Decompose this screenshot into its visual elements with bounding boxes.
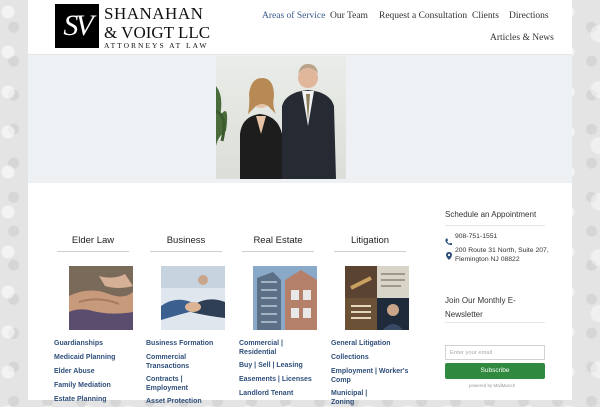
business-image[interactable] bbox=[161, 266, 225, 330]
appointment-heading: Schedule an Appointment bbox=[445, 210, 537, 219]
link-buy-sell-leasing[interactable]: Buy | Sell | Leasing bbox=[239, 361, 319, 370]
sidebar-divider bbox=[445, 225, 545, 226]
link-business-formation[interactable]: Business Formation bbox=[146, 339, 216, 348]
column-title-elder-law: Elder Law bbox=[57, 235, 129, 252]
sidebar-divider-2 bbox=[445, 322, 545, 323]
office-address: 200 Route 31 North, Suite 207, Flemingto… bbox=[455, 247, 549, 263]
nav-areas-of-service[interactable]: Areas of Service bbox=[262, 11, 325, 21]
site-header: SV SHANAHAN & VOIGT LLC ATTORNEYS AT LAW… bbox=[28, 0, 572, 55]
subscribe-button[interactable]: Subscribe bbox=[445, 363, 545, 379]
phone-number[interactable]: 908-751-1551 bbox=[455, 233, 497, 242]
powered-by[interactable]: powered by MailMunch bbox=[469, 383, 515, 388]
logo-name-line1: SHANAHAN bbox=[104, 4, 204, 23]
column-title-real-estate: Real Estate bbox=[242, 235, 314, 252]
link-commercial-transactions[interactable]: Commercial Transactions bbox=[146, 353, 194, 371]
nav-request-consultation[interactable]: Request a Consultation bbox=[379, 11, 467, 21]
link-guardianships[interactable]: Guardianships bbox=[54, 339, 134, 348]
nav-our-team[interactable]: Our Team bbox=[330, 11, 368, 21]
link-medicaid-planning[interactable]: Medicaid Planning bbox=[54, 353, 134, 362]
nav-directions[interactable]: Directions bbox=[509, 11, 549, 21]
link-municipal-zoning[interactable]: Municipal | Zoning bbox=[331, 389, 381, 407]
real-estate-image[interactable] bbox=[253, 266, 317, 330]
nav-clients[interactable]: Clients bbox=[472, 11, 499, 21]
column-title-business: Business bbox=[150, 235, 222, 252]
logo-name-line2: & VOIGT LLC bbox=[104, 23, 211, 42]
newsletter-heading: Join Our Monthly E-Newsletter bbox=[445, 296, 516, 319]
link-general-litigation[interactable]: General Litigation bbox=[331, 339, 411, 348]
column-title-litigation: Litigation bbox=[334, 235, 406, 252]
link-employment-workers-comp[interactable]: Employment | Worker's Comp bbox=[331, 367, 411, 385]
hero-banner bbox=[28, 55, 572, 183]
page: SV SHANAHAN & VOIGT LLC ATTORNEYS AT LAW… bbox=[28, 0, 572, 406]
link-collections[interactable]: Collections bbox=[331, 353, 411, 362]
litigation-image[interactable] bbox=[345, 266, 409, 330]
link-commercial-residential[interactable]: Commercial | Residential bbox=[239, 339, 295, 357]
link-contracts-employment[interactable]: Contracts | Employment bbox=[146, 375, 194, 393]
nav-articles-news[interactable]: Articles & News bbox=[490, 33, 554, 43]
elder-law-image[interactable] bbox=[69, 266, 133, 330]
email-input[interactable]: Enter your email bbox=[445, 345, 545, 360]
link-asset-protection[interactable]: Asset Protection bbox=[146, 397, 216, 406]
phone-icon bbox=[445, 233, 452, 246]
attorneys-photo bbox=[216, 56, 346, 179]
logo-tagline: ATTORNEYS AT LAW bbox=[104, 41, 209, 50]
link-elder-abuse[interactable]: Elder Abuse bbox=[54, 367, 134, 376]
link-family-mediation[interactable]: Family Mediation bbox=[54, 381, 134, 390]
link-landlord-tenant[interactable]: Landlord Tenant bbox=[239, 389, 319, 398]
logo-mark: SV bbox=[55, 4, 99, 48]
site-logo[interactable]: SV SHANAHAN & VOIGT LLC ATTORNEYS AT LAW bbox=[55, 4, 235, 50]
map-marker-icon bbox=[446, 247, 452, 260]
link-easements-licenses[interactable]: Easements | Licenses bbox=[239, 375, 319, 384]
